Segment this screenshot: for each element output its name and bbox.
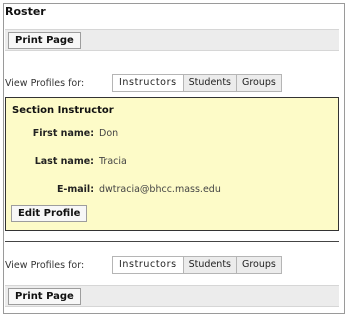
tab-students[interactable]: Students bbox=[182, 75, 236, 91]
last-name-label: Last name: bbox=[34, 156, 94, 167]
profile-tabs-bottom: Instructors Students Groups bbox=[112, 256, 282, 274]
tab-students[interactable]: Students bbox=[182, 257, 236, 273]
section-heading: Section Instructor bbox=[12, 105, 114, 116]
edit-profile-button[interactable]: Edit Profile bbox=[11, 205, 88, 222]
divider bbox=[5, 241, 339, 242]
email-label: E-mail: bbox=[56, 184, 94, 195]
top-toolbar: Print Page bbox=[5, 29, 339, 51]
last-name-value: Tracia bbox=[99, 156, 127, 167]
email-value: dwtracia@bhcc.mass.edu bbox=[99, 184, 221, 195]
tab-groups[interactable]: Groups bbox=[236, 257, 281, 273]
print-page-button-top[interactable]: Print Page bbox=[8, 32, 81, 49]
first-name-label: First name: bbox=[32, 128, 94, 139]
page-title: Roster bbox=[5, 5, 46, 18]
tab-instructors[interactable]: Instructors bbox=[113, 257, 183, 273]
first-name-value: Don bbox=[99, 128, 119, 139]
profile-tabs-top: Instructors Students Groups bbox=[112, 74, 282, 92]
tab-groups[interactable]: Groups bbox=[236, 75, 281, 91]
view-profiles-label: View Profiles for: bbox=[5, 78, 85, 89]
view-profiles-label: View Profiles for: bbox=[5, 260, 85, 271]
tab-instructors[interactable]: Instructors bbox=[113, 75, 183, 91]
bottom-toolbar: Print Page bbox=[5, 285, 339, 307]
instructor-profile-panel: Section Instructor First name: Don Last … bbox=[5, 97, 339, 231]
print-page-button-bottom[interactable]: Print Page bbox=[8, 288, 81, 305]
